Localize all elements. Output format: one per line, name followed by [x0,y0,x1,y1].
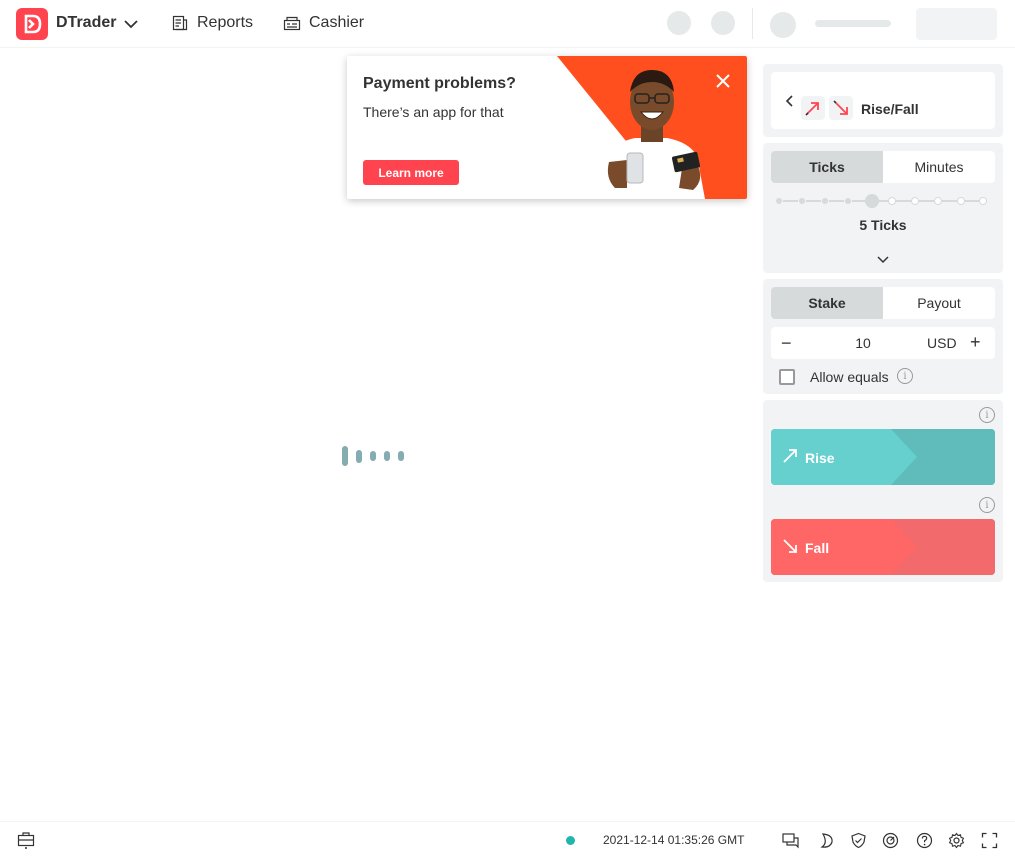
deriv-logo-icon[interactable] [16,8,48,40]
server-time: 2021-12-14 01:35:26 GMT [603,833,745,847]
ticks-slider[interactable] [775,194,987,208]
chevron-left-icon[interactable] [783,94,797,108]
slider-step[interactable] [821,197,829,205]
loader-bar [370,451,376,461]
duration-unit-toggle: Ticks Minutes [771,151,995,183]
rise-button-arrow [891,429,917,485]
settings-gear-icon[interactable] [948,832,965,849]
close-icon[interactable] [713,71,733,91]
header-skeleton-icon [711,11,735,35]
cashier-icon [283,16,301,31]
fall-arrow-icon [783,539,797,553]
decrement-button[interactable]: − [781,333,792,354]
rise-button[interactable]: Rise [771,429,995,485]
chevron-down-icon[interactable] [122,15,140,33]
loader-bar [356,449,362,463]
info-icon[interactable]: i [897,368,913,384]
chevron-down-icon[interactable] [876,253,890,267]
nav-reports-label: Reports [197,14,254,31]
positions-icon[interactable] [17,831,35,849]
nav-reports[interactable]: Reports [171,14,253,32]
slider-step[interactable] [934,197,942,205]
contract-type-panel: Rise/Fall [763,64,1003,137]
security-shield-icon[interactable] [850,832,867,849]
loader-bar [342,446,348,466]
currency-label: USD [927,335,957,351]
loader-bar [398,451,404,461]
slider-step[interactable] [798,197,806,205]
duration-panel: Ticks Minutes 5 Ticks [763,143,1003,273]
banner-subtitle: There’s an app for that [363,104,504,120]
fall-button-arrow [891,519,917,575]
chat-icon[interactable] [782,832,799,849]
contract-type-label: Rise/Fall [861,101,919,117]
account-avatar-skeleton [770,12,796,38]
rise-label: Rise [805,450,835,466]
slider-step[interactable] [957,197,965,205]
rise-contract-icon [801,96,825,120]
duration-value-label: 5 Ticks [859,217,907,233]
fall-info-icon[interactable]: i [979,497,995,513]
tab-stake[interactable]: Stake [771,287,883,319]
contract-type-selector[interactable]: Rise/Fall [771,72,995,129]
fall-button[interactable]: Fall [771,519,995,575]
account-balance-skeleton [815,20,891,27]
header: DTrader Reports Cashier [0,0,1015,48]
slider-step[interactable] [979,197,987,205]
footer: 2021-12-14 01:35:26 GMT [0,821,1015,857]
app-name[interactable]: DTrader [56,14,116,32]
responsible-trading-icon[interactable] [882,832,899,849]
tab-payout[interactable]: Payout [883,287,995,319]
stake-input-field[interactable]: − 10 USD + [771,327,995,359]
purchase-panel: i Rise i Fall [763,400,1003,582]
amount-type-toggle: Stake Payout [771,287,995,319]
amount-panel: Stake Payout − 10 USD + Allow equals i [763,279,1003,394]
rise-arrow-icon [783,449,797,463]
allow-equals-checkbox[interactable] [779,369,795,385]
slider-step[interactable] [888,197,896,205]
nav-cashier[interactable]: Cashier [283,14,364,32]
increment-button[interactable]: + [970,332,981,353]
dark-mode-icon[interactable] [818,832,835,849]
tab-ticks[interactable]: Ticks [771,151,883,183]
slider-step[interactable] [911,197,919,205]
header-skeleton-icon [667,11,691,35]
reports-icon [172,15,188,31]
chart-loading-indicator [342,446,404,466]
header-divider [752,8,753,39]
banner-title: Payment problems? [363,75,516,92]
deposit-button-skeleton [916,8,997,40]
promo-banner: Payment problems? There’s an app for tha… [347,56,747,199]
help-icon[interactable] [916,832,933,849]
allow-equals-label: Allow equals [810,369,889,385]
rise-info-icon[interactable]: i [979,407,995,423]
slider-step[interactable] [775,197,783,205]
nav-cashier-label: Cashier [309,14,365,31]
stake-value[interactable]: 10 [843,335,883,351]
learn-more-button[interactable]: Learn more [363,160,459,185]
fall-contract-icon [829,96,853,120]
fall-label: Fall [805,540,830,556]
fullscreen-icon[interactable] [981,832,998,849]
tab-minutes[interactable]: Minutes [883,151,995,183]
loader-bar [384,451,390,461]
slider-handle[interactable] [865,194,879,208]
network-status-indicator[interactable] [566,836,575,845]
slider-step[interactable] [844,197,852,205]
